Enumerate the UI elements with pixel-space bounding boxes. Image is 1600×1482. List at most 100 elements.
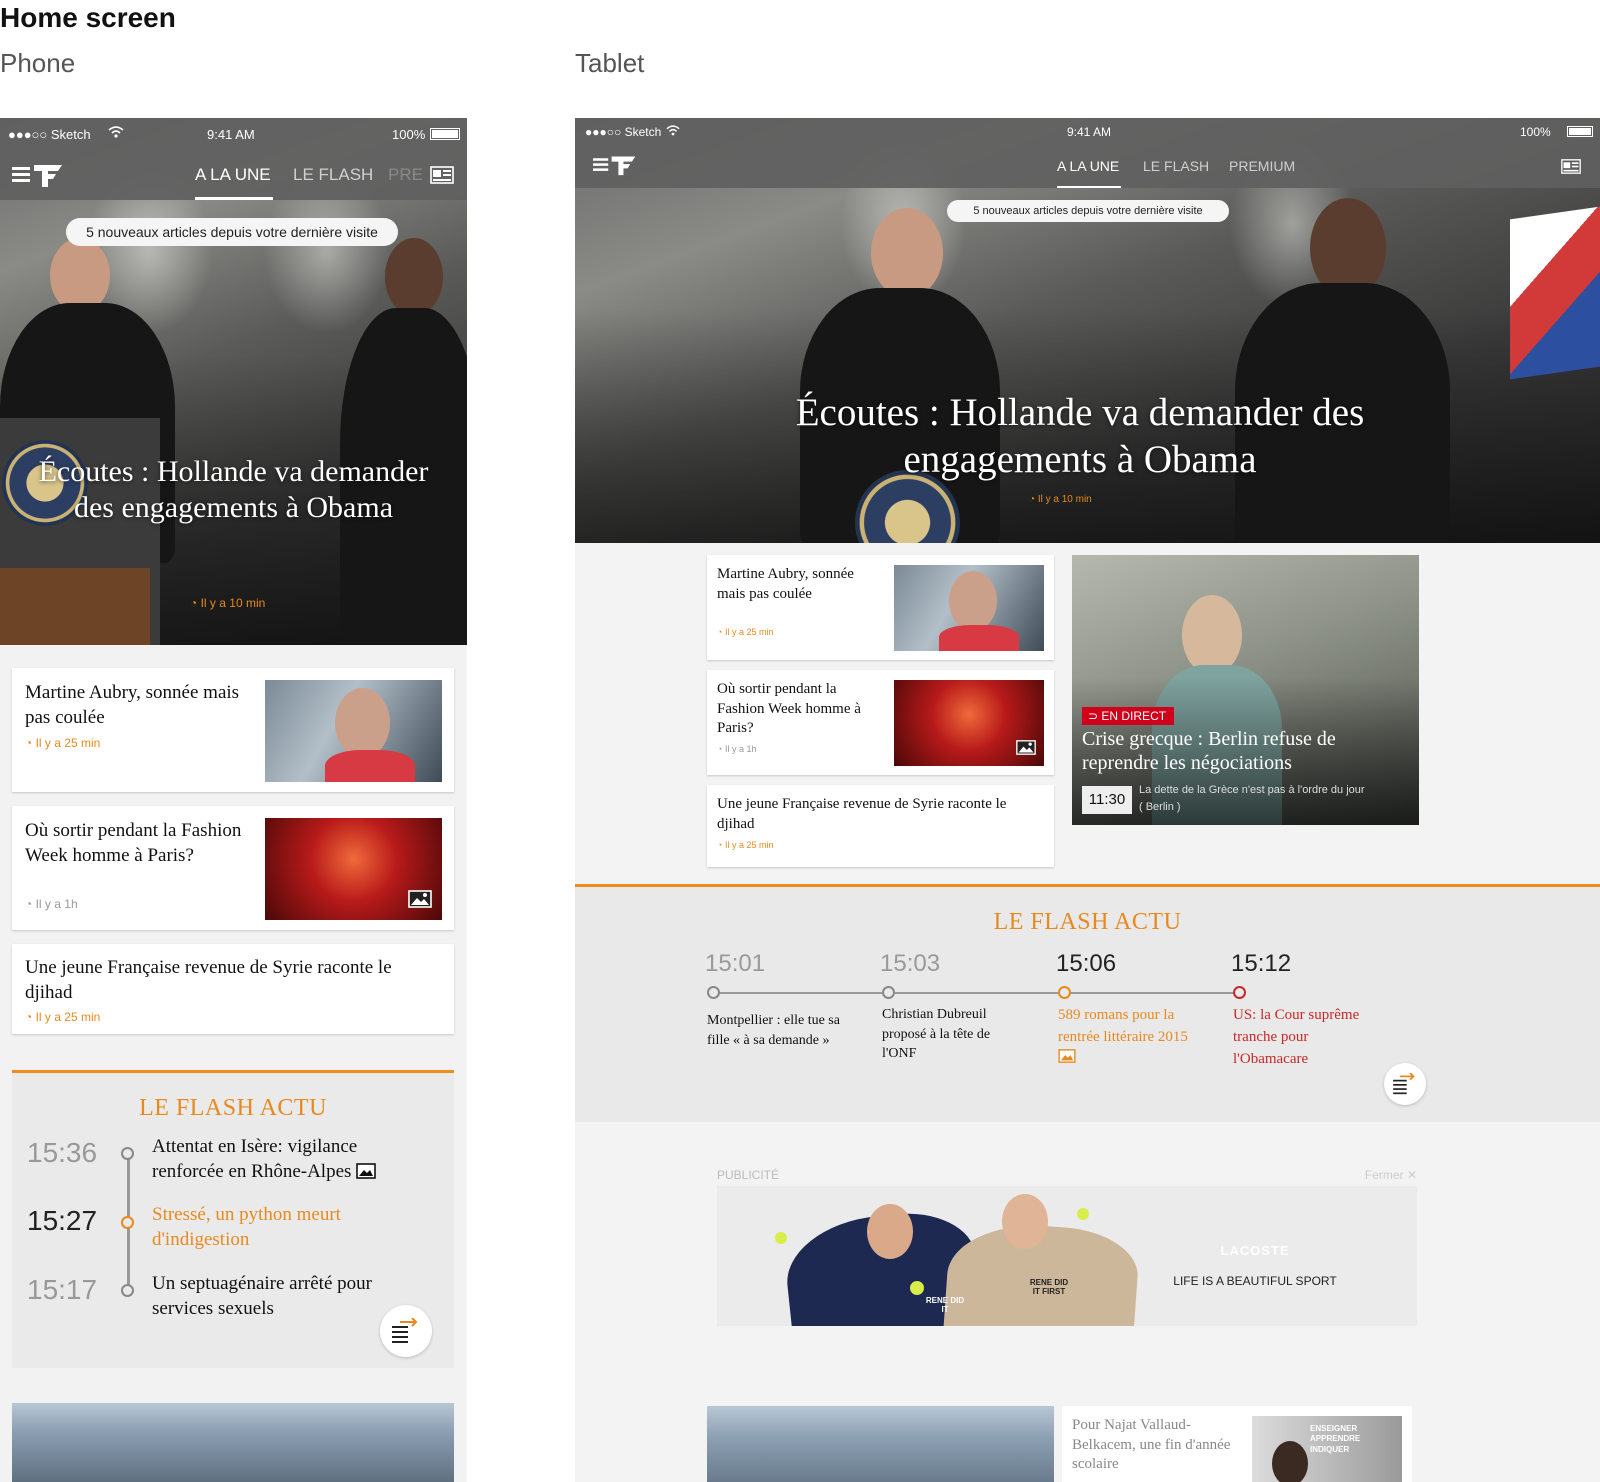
photo-icon [356, 1162, 376, 1179]
tab-a-la-une[interactable]: A LA UNE [1057, 158, 1119, 174]
phone-label: Phone [0, 48, 76, 78]
phone-article-card[interactable]: Martine Aubry, sonnée mais pas coulée ◔ … [12, 668, 454, 792]
wifi-icon [666, 125, 680, 136]
tennis-ball-icon [775, 1232, 787, 1244]
tennis-ball-icon [1077, 1208, 1089, 1220]
tab-a-la-une[interactable]: A LA UNE [195, 165, 271, 185]
tab-premium[interactable]: PRE [388, 165, 423, 185]
live-caption-location: ( Berlin ) [1139, 801, 1181, 813]
new-articles-banner[interactable]: 5 nouveaux articles depuis votre dernièr… [66, 218, 398, 246]
tablet-screen: ●●●○○ Sketch 9:41 AM 100% A LA UNE LE FL… [575, 118, 1600, 1482]
article-thumbnail [265, 680, 442, 782]
article-title: Où sortir pendant la Fashion Week homme … [717, 681, 861, 736]
article-thumbnail: ENSEIGNER APPRENDRE INDIQUER [1252, 1416, 1402, 1482]
flash-title: LE FLASH ACTU [139, 1095, 327, 1121]
tab-indicator [195, 197, 273, 200]
tablet-nav-bar: A LA UNE LE FLASH PREMIUM [575, 146, 1600, 188]
flash-item[interactable]: US: la Cour suprême tranche pour l'Obama… [1233, 1005, 1363, 1070]
tablet-status-bar: ●●●○○ Sketch 9:41 AM 100% [575, 118, 1600, 146]
article-time: ◔ Il y a 25 min [25, 736, 101, 750]
flash-list-button[interactable] [380, 1305, 432, 1357]
brand-logo: LACOSTE [1220, 1243, 1290, 1258]
tab-le-flash[interactable]: LE FLASH [293, 165, 373, 185]
flash-time: 15:01 [705, 950, 766, 977]
tablet-article-card[interactable]: Une jeune Française revenue de Syrie rac… [707, 785, 1054, 867]
phone-status-bar: ●●●○○ Sketch 9:41 AM 100% [0, 118, 467, 150]
tennis-ball-icon [910, 1281, 924, 1295]
flash-item[interactable]: Un septuagénaire arrêté pour services se… [152, 1272, 412, 1321]
phone-nav-bar: A LA UNE LE FLASH PRE [0, 150, 467, 200]
live-title: Crise grecque : Berlin refuse de reprend… [1082, 728, 1336, 774]
menu-logo-icon[interactable] [12, 162, 64, 188]
clock-icon: ◔ [190, 596, 201, 610]
tablet-hero-title[interactable]: Écoutes : Hollande va demander des engag… [740, 390, 1420, 484]
flash-time: 15:03 [880, 950, 941, 977]
ad-banner[interactable]: RENE DID IT RENE DID IT FIRST LACOSTE LI… [717, 1186, 1417, 1326]
page-title: Home screen [0, 2, 176, 33]
article-time: ◔ Il y a 1h [25, 897, 78, 911]
phone-article-card[interactable]: Où sortir pendant la Fashion Week homme … [12, 806, 454, 930]
flash-time: 15:12 [1231, 950, 1292, 977]
tablet-flash-box: LE FLASH ACTU 15:01 Montpellier : elle t… [575, 884, 1600, 1122]
timeline-dot [121, 1216, 134, 1229]
article-title: Martine Aubry, sonnée mais pas coulée [25, 682, 240, 728]
flash-time: 15:27 [27, 1205, 98, 1236]
tablet-article-card[interactable]: Où sortir pendant la Fashion Week homme … [707, 670, 1054, 775]
flash-item[interactable]: Christian Dubreuil proposé à la tête de … [882, 1005, 1017, 1064]
timeline-dot [121, 1147, 134, 1160]
timeline-dot [121, 1284, 134, 1297]
flash-time: 15:06 [1056, 950, 1117, 977]
phone-hero-title[interactable]: Écoutes : Hollande va demander des engag… [30, 454, 437, 526]
battery-icon [1567, 126, 1593, 137]
live-caption: La dette de la Grèce n'est pas à l'ordre… [1139, 784, 1365, 796]
flash-item[interactable]: Montpellier : elle tue sa fille « à sa d… [707, 1011, 842, 1050]
clock-label: 9:41 AM [207, 127, 255, 142]
tablet-article-card[interactable]: Pour Najat Vallaud-Belkacem, une fin d'a… [1062, 1406, 1412, 1482]
battery-icon [430, 128, 460, 140]
tab-le-flash[interactable]: LE FLASH [1143, 158, 1209, 174]
ad-tagline: LIFE IS A BEAUTIFUL SPORT [1173, 1274, 1337, 1288]
article-title: Martine Aubry, sonnée mais pas coulée [717, 566, 854, 602]
shirt-text: RENE DID IT [925, 1296, 965, 1314]
newspaper-icon[interactable] [430, 166, 454, 184]
phone-bottom-image[interactable] [12, 1403, 454, 1482]
tablet-label: Tablet [575, 48, 645, 78]
tablet-article-card[interactable]: Martine Aubry, sonnée mais pas coulée ◔ … [707, 555, 1054, 660]
photo-icon [1058, 1048, 1076, 1063]
thumb-text: ENSEIGNER APPRENDRE INDIQUER [1310, 1424, 1361, 1454]
gallery-icon [408, 890, 432, 908]
flash-time: 15:17 [27, 1274, 98, 1305]
carrier-label: ●●●○○ Sketch [8, 127, 91, 142]
shirt-text: RENE DID IT FIRST [1029, 1278, 1069, 1296]
tab-premium[interactable]: PREMIUM [1229, 158, 1295, 174]
new-articles-banner[interactable]: 5 nouveaux articles depuis votre dernièr… [947, 200, 1229, 222]
carrier-label: ●●●○○ Sketch [585, 125, 662, 139]
article-title: Une jeune Française revenue de Syrie rac… [25, 957, 392, 1003]
flash-list-button[interactable] [1384, 1063, 1426, 1105]
live-card[interactable]: ⊃ EN DIRECT Crise grecque : Berlin refus… [1072, 555, 1419, 825]
menu-logo-icon[interactable] [593, 154, 637, 176]
article-title: Où sortir pendant la Fashion Week homme … [25, 820, 242, 866]
phone-screen: ●●●○○ Sketch 9:41 AM 100% A LA UNE LE FL… [0, 118, 467, 1482]
flash-item[interactable]: Attentat en Isère: vigilance renforcée e… [152, 1135, 432, 1184]
clock-label: 9:41 AM [1067, 125, 1112, 139]
ad-close-button[interactable]: Fermer ✕ [1365, 1168, 1417, 1182]
phone-article-card[interactable]: Une jeune Française revenue de Syrie rac… [12, 944, 454, 1034]
flash-item[interactable]: 589 romans pour la rentrée littéraire 20… [1058, 1005, 1193, 1070]
article-time: ◔ Il y a 25 min [717, 840, 774, 850]
newspaper-icon[interactable] [1561, 159, 1581, 174]
list-arrow-icon [1393, 1073, 1415, 1095]
article-thumbnail [894, 680, 1044, 766]
timeline-dot [882, 986, 895, 999]
article-time: ◔ Il y a 25 min [25, 1010, 101, 1024]
timeline-dot [1233, 986, 1246, 999]
tablet-bottom-image[interactable] [707, 1406, 1054, 1482]
live-time-badge: 11:30 [1082, 786, 1132, 814]
wifi-icon [108, 126, 124, 138]
list-arrow-icon [392, 1318, 418, 1343]
battery-label: 100% [392, 127, 426, 142]
flash-item[interactable]: Stressé, un python meurt d'indigestion [152, 1203, 422, 1252]
tablet-hero-time: ◔ Il y a 10 min [1029, 494, 1092, 505]
live-badge: ⊃ EN DIRECT [1082, 707, 1175, 725]
timeline-line [713, 992, 1238, 994]
